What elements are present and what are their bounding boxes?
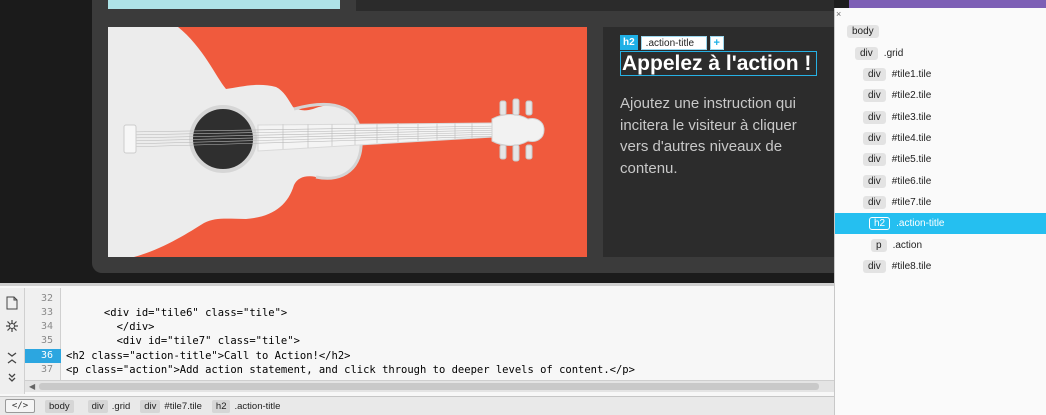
dom-tag: div (863, 260, 886, 273)
breadcrumb-item[interactable]: div #tile7.tile (140, 399, 202, 413)
guitar-image (108, 27, 545, 257)
dom-tag: div (863, 111, 886, 124)
action-title-heading[interactable]: Appelez à l'action ! (620, 51, 817, 76)
dom-tag: div (863, 132, 886, 145)
dom-row-tile7[interactable]: div #tile7.tile (835, 192, 1046, 213)
dom-label: #tile4.tile (891, 133, 932, 144)
star-burst-icon[interactable] (4, 319, 20, 335)
document-icon[interactable] (4, 296, 20, 312)
code-line[interactable]: <div id="tile6" class="tile"> (66, 306, 287, 320)
dom-label: #tile1.tile (891, 69, 932, 80)
breadcrumb-label: #tile7.tile (164, 400, 202, 412)
dom-label: #tile8.tile (891, 261, 932, 272)
expand-collapse-icon[interactable] (4, 351, 20, 367)
dom-row-tile3[interactable]: div #tile3.tile (835, 107, 1046, 128)
scroll-left-icon[interactable]: ◀ (29, 382, 35, 391)
dom-tag: div (863, 89, 886, 102)
live-view[interactable]: h2 .action-title + Appelez à l'action ! … (0, 0, 834, 283)
dom-label: #tile7.tile (891, 197, 932, 208)
code-toolbar (0, 288, 25, 394)
dom-row-grid[interactable]: div .grid (835, 43, 1046, 64)
dom-label: #tile6.tile (891, 176, 932, 187)
line-number: 34 (40, 321, 53, 332)
guitar-bridge (123, 124, 137, 154)
breadcrumb-label: .action-title (234, 400, 281, 412)
line-number: 37 (40, 364, 53, 375)
dom-tag: p (871, 239, 887, 252)
action-paragraph[interactable]: Ajoutez une instruction qui incitera le … (620, 93, 825, 179)
breadcrumb-tag: body (45, 399, 74, 413)
element-badge-class[interactable]: .action-title (640, 35, 707, 50)
dom-row-tile4[interactable]: div #tile4.tile (835, 128, 1046, 149)
dom-row-action-title-selected[interactable]: h2 .action-title (835, 213, 1046, 234)
dom-label: .action (892, 240, 923, 251)
code-line[interactable]: </div> (66, 320, 155, 334)
dom-panel[interactable]: body div .grid div #tile1.tile div #tile… (834, 8, 1046, 415)
dom-tag: body (847, 25, 879, 38)
horizontal-scrollbar[interactable]: ◀ (25, 380, 834, 392)
dom-row-tile5[interactable]: div #tile5.tile (835, 149, 1046, 170)
dom-tag: div (863, 68, 886, 81)
close-icon[interactable]: × (836, 8, 846, 20)
add-class-button[interactable]: + (709, 35, 724, 50)
breadcrumb-item[interactable]: div .grid (87, 399, 131, 413)
breadcrumb-item[interactable]: h2 .action-title (211, 399, 281, 413)
dom-label: #tile2.tile (891, 90, 932, 101)
dom-tag: div (855, 47, 878, 60)
tile-previous-teal[interactable] (108, 0, 340, 9)
code-toggle-button[interactable]: </> (5, 399, 35, 413)
breadcrumb-tag: h2 (211, 399, 231, 413)
dom-tag: div (863, 175, 886, 188)
chevron-down-icon[interactable] (4, 372, 20, 388)
tag-selector-bar: </> body div .grid div #tile7.tile h2 .a… (0, 396, 834, 415)
breadcrumb-item[interactable]: body (45, 399, 78, 413)
breadcrumb-tag: div (87, 399, 108, 413)
dom-row-body[interactable]: body (835, 21, 1046, 42)
breadcrumb-tag: div (140, 399, 161, 413)
dom-label: .grid (883, 48, 904, 59)
dom-tag: div (863, 196, 886, 209)
guitar-headstock (491, 114, 545, 146)
breadcrumb-label: .grid (111, 400, 131, 412)
tile-previous-dark[interactable] (356, 0, 834, 11)
dom-tag: div (863, 153, 886, 166)
element-badge-tag[interactable]: h2 (620, 35, 638, 50)
dom-row-tile1[interactable]: div #tile1.tile (835, 64, 1046, 85)
code-line[interactable]: <p class="action">Add action statement, … (66, 363, 635, 377)
dom-row-action[interactable]: p .action (835, 235, 1046, 256)
tile6-guitar-image[interactable] (108, 27, 587, 257)
line-number-active: 36 (25, 349, 61, 363)
dom-label: #tile3.tile (891, 112, 932, 123)
scrollbar-thumb[interactable] (39, 383, 819, 390)
code-line-active[interactable]: <h2 class="action-title">Call to Action!… (66, 349, 350, 363)
dom-row-tile6[interactable]: div #tile6.tile (835, 171, 1046, 192)
dom-label: #tile5.tile (891, 154, 932, 165)
panel-header-strip (849, 0, 1046, 8)
line-number: 32 (40, 293, 53, 304)
element-badge[interactable]: h2 .action-title + (620, 35, 724, 50)
dom-tag: h2 (869, 217, 891, 230)
dom-label: .action-title (896, 218, 945, 229)
code-line[interactable]: <div id="tile7" class="tile"> (66, 334, 300, 348)
line-number: 35 (40, 335, 53, 346)
line-number: 33 (40, 307, 53, 318)
dom-row-tile2[interactable]: div #tile2.tile (835, 85, 1046, 106)
dom-row-tile8[interactable]: div #tile8.tile (835, 256, 1046, 277)
dreamweaver-workspace: h2 .action-title + Appelez à l'action ! … (0, 0, 1046, 415)
